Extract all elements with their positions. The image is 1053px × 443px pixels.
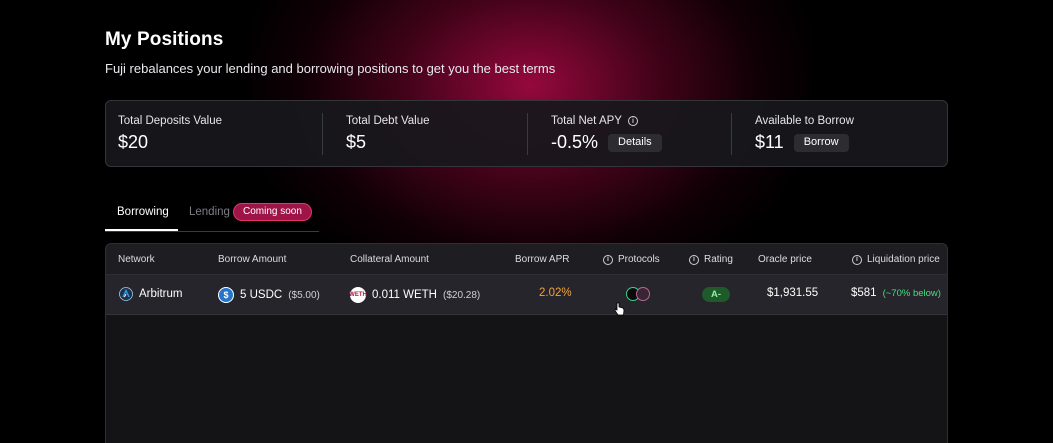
cell-network: Arbitrum <box>119 287 182 301</box>
borrow-amount: 5 USDC <box>240 289 283 301</box>
tab-lending[interactable]: Lending <box>189 206 230 218</box>
tab-borrowing-underline <box>105 229 178 231</box>
network-name: Arbitrum <box>139 288 183 300</box>
positions-table: Network Borrow Amount Collateral Amount … <box>105 243 948 443</box>
header-liquidation-price: i Liquidation price <box>852 254 940 265</box>
stats-panel: Total Deposits Value $20 Total Debt Valu… <box>105 100 948 167</box>
stat-total-net-apy: Total Net APY i -0.5% Details <box>539 101 729 166</box>
header-borrow-apr: Borrow APR <box>515 254 570 265</box>
info-icon[interactable]: i <box>627 116 638 126</box>
header-network: Network <box>118 254 155 265</box>
info-icon[interactable]: i <box>852 254 862 265</box>
cell-liquidation-price: $581 (~70% below) <box>851 287 941 299</box>
borrow-usd-value: ($5.00) <box>288 289 320 301</box>
stat-value: -0.5% <box>551 132 599 152</box>
info-icon[interactable]: i <box>689 254 699 265</box>
cell-protocols[interactable] <box>626 287 650 301</box>
table-row[interactable]: Arbitrum $ 5 USDC ($5.00) WETH 0.011 WET… <box>106 275 947 315</box>
stat-value: $5 <box>346 132 367 152</box>
arbitrum-icon <box>119 287 133 301</box>
oracle-price: $1,931.55 <box>767 287 819 299</box>
divider <box>322 113 323 155</box>
header-liquidation-label: Liquidation price <box>867 254 940 265</box>
page-title: My Positions <box>105 29 224 50</box>
stat-label-row: Total Net APY i <box>551 115 638 127</box>
stat-label: Available to Borrow <box>755 115 854 127</box>
header-oracle-price: Oracle price <box>758 254 812 265</box>
header-rating-label: Rating <box>704 254 733 265</box>
liquidation-price: $581 <box>851 287 877 299</box>
stat-label: Total Net APY <box>551 115 622 127</box>
cell-rating: A- <box>702 287 731 302</box>
hand-cursor-icon <box>614 302 625 316</box>
position-tabs: Borrowing Lending Coming soon <box>105 198 319 232</box>
stat-value-row: $11 Borrow <box>755 132 849 153</box>
cell-borrow-amount: $ 5 USDC ($5.00) <box>218 287 320 303</box>
weth-icon: WETH <box>349 287 367 303</box>
tab-borrowing[interactable]: Borrowing <box>117 206 169 218</box>
divider <box>731 113 732 155</box>
borrow-apr: 2.02% <box>539 287 572 299</box>
header-protocols-label: Protocols <box>618 254 660 265</box>
stat-value-row: -0.5% Details <box>551 132 662 153</box>
stat-total-debt: Total Debt Value $5 <box>334 101 534 166</box>
header-collateral-amount: Collateral Amount <box>350 254 429 265</box>
stat-label: Total Deposits Value <box>118 115 222 127</box>
usdc-icon: $ <box>218 287 234 303</box>
stat-value: $20 <box>118 132 149 152</box>
protocol-icon-pink <box>636 287 650 301</box>
cell-collateral-amount: WETH 0.011 WETH ($20.28) <box>349 287 481 303</box>
rating-badge: A- <box>702 287 731 302</box>
info-icon[interactable]: i <box>603 254 613 265</box>
divider <box>527 113 528 155</box>
header-borrow-amount: Borrow Amount <box>218 254 287 265</box>
header-rating: i Rating <box>689 254 733 265</box>
page-subtitle: Fuji rebalances your lending and borrowi… <box>105 61 556 76</box>
stat-available-to-borrow: Available to Borrow $11 Borrow <box>743 101 943 166</box>
borrow-button[interactable]: Borrow <box>793 133 849 152</box>
liquidation-note: (~70% below) <box>882 287 941 299</box>
collateral-usd-value: ($20.28) <box>442 289 481 301</box>
stat-total-deposits: Total Deposits Value $20 <box>106 101 323 166</box>
details-button[interactable]: Details <box>608 133 662 152</box>
stat-label: Total Debt Value <box>346 115 430 127</box>
header-protocols: i Protocols <box>603 254 660 265</box>
collateral-amount: 0.011 WETH <box>372 289 437 301</box>
stat-value: $11 <box>755 132 784 152</box>
table-header: Network Borrow Amount Collateral Amount … <box>106 244 947 275</box>
coming-soon-badge: Coming soon <box>233 203 312 221</box>
